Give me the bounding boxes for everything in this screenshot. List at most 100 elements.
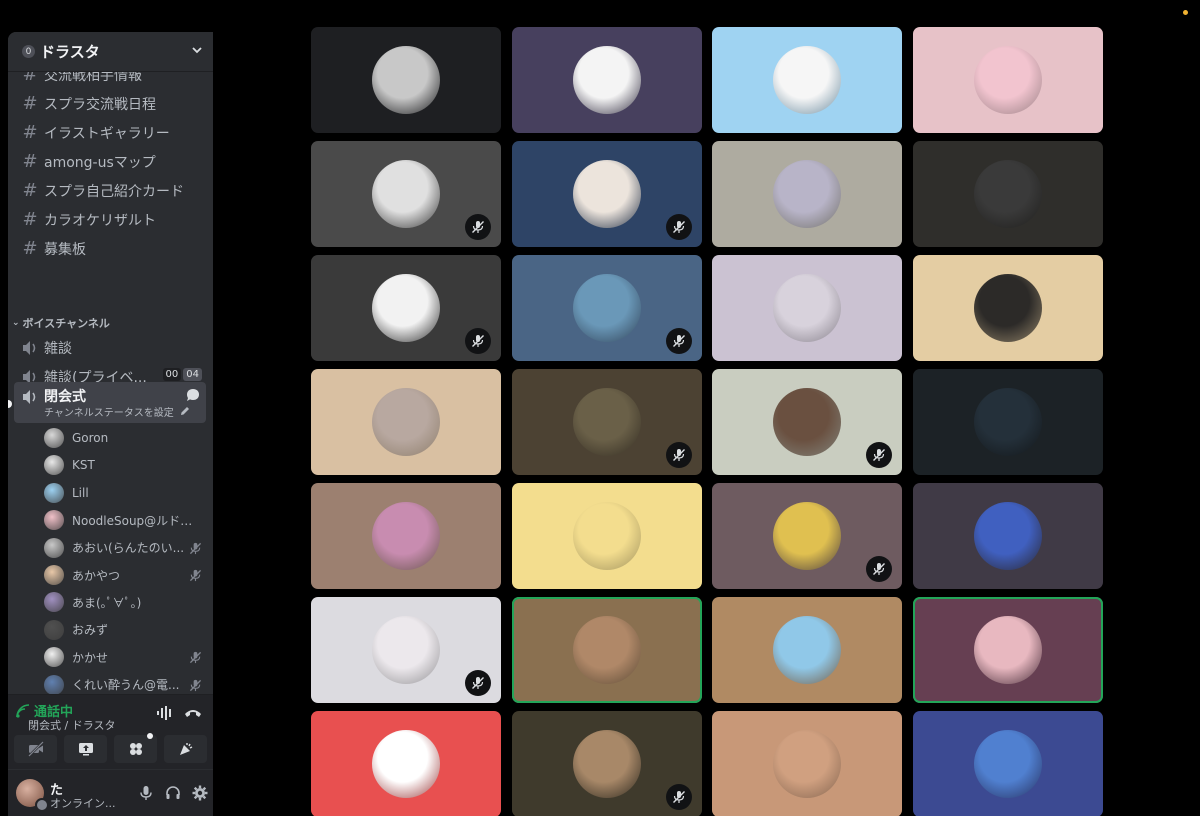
participant-tile[interactable] bbox=[712, 483, 902, 589]
video-grid bbox=[311, 27, 1103, 816]
disconnect-icon[interactable] bbox=[184, 707, 202, 719]
voice-user[interactable]: Goron bbox=[44, 426, 204, 450]
participant-tile[interactable] bbox=[511, 369, 702, 475]
participant-tile[interactable] bbox=[511, 711, 702, 816]
voice-user[interactable]: かかせ bbox=[44, 645, 204, 669]
muted-icon bbox=[665, 214, 692, 240]
text-channel[interactable]: # スプラ交流戦日程 bbox=[14, 90, 206, 117]
user-status-text: オンライン... bbox=[50, 797, 116, 810]
participant-avatar bbox=[372, 502, 440, 570]
microphone-icon[interactable] bbox=[138, 785, 154, 801]
voice-user[interactable]: KST bbox=[44, 453, 204, 477]
participant-avatar bbox=[973, 388, 1042, 456]
text-channel[interactable]: # カラオケリザルト bbox=[14, 206, 206, 233]
voice-channel-active[interactable]: 閉会式 チャンネルステータスを設定 bbox=[14, 382, 206, 423]
muted-icon bbox=[189, 651, 202, 664]
participant-avatar bbox=[973, 46, 1042, 114]
voice-connection-panel: 通話中 閉会式 / ドラスタ bbox=[8, 694, 213, 769]
participant-avatar bbox=[572, 730, 641, 798]
text-channel[interactable]: # 募集板 bbox=[14, 235, 206, 262]
voice-user[interactable]: おみず bbox=[44, 618, 204, 642]
participant-tile[interactable] bbox=[311, 369, 501, 475]
participant-tile[interactable] bbox=[712, 27, 902, 133]
participant-tile[interactable] bbox=[511, 483, 702, 589]
channel-sidebar: 0 ドラスタ # 交流戦相手情報 # スプラ交流戦日程 # イラストギャラリー # among… bbox=[8, 32, 213, 816]
participant-avatar bbox=[773, 388, 841, 456]
voice-user[interactable]: くれい酔うん@電... bbox=[44, 673, 204, 694]
participant-tile[interactable] bbox=[712, 597, 902, 703]
participant-tile[interactable] bbox=[311, 141, 501, 247]
user-avatar bbox=[44, 592, 64, 613]
participant-tile[interactable] bbox=[511, 597, 702, 703]
participant-tile[interactable] bbox=[311, 27, 501, 133]
participant-tile[interactable] bbox=[712, 711, 902, 816]
voice-user-name: あま(｡ﾟ∀ﾟ｡) bbox=[72, 595, 142, 610]
channel-status-prompt[interactable]: チャンネルステータスを設定 bbox=[44, 404, 174, 419]
voice-user[interactable]: あおい(らんたのい... bbox=[44, 536, 204, 560]
user-avatar bbox=[44, 537, 64, 558]
user-avatar bbox=[44, 674, 64, 694]
user-panel: た オンライン... bbox=[8, 770, 213, 816]
participant-tile[interactable] bbox=[712, 255, 902, 361]
text-channel[interactable]: # スプラ自己紹介カード bbox=[14, 177, 206, 204]
muted-icon bbox=[866, 556, 892, 582]
text-channel[interactable]: # イラストギャラリー bbox=[14, 119, 206, 146]
voice-user[interactable]: NoodleSoup@ルドー... bbox=[44, 508, 204, 532]
participant-tile[interactable] bbox=[912, 483, 1103, 589]
participant-avatar bbox=[372, 274, 440, 342]
participant-tile[interactable] bbox=[712, 369, 902, 475]
participant-tile[interactable] bbox=[311, 483, 501, 589]
server-header[interactable]: 0 ドラスタ bbox=[8, 32, 213, 72]
muted-icon bbox=[189, 569, 202, 582]
voice-channel[interactable]: 雑談 bbox=[14, 334, 206, 361]
speaker-icon bbox=[23, 390, 36, 404]
channel-name: 募集板 bbox=[44, 241, 86, 258]
participant-tile[interactable] bbox=[311, 597, 501, 703]
hash-icon: # bbox=[22, 180, 38, 201]
voice-category[interactable]: ⌄ ボイスチャンネル bbox=[12, 315, 110, 331]
participant-tile[interactable] bbox=[912, 369, 1103, 475]
participant-tile[interactable] bbox=[912, 597, 1103, 703]
participant-tile[interactable] bbox=[511, 255, 702, 361]
channel-name: イラストギャラリー bbox=[44, 125, 170, 142]
noise-suppression-icon[interactable] bbox=[156, 706, 174, 720]
channel-name: スプラ交流戦日程 bbox=[44, 96, 156, 113]
voice-user-name: おみず bbox=[72, 623, 109, 638]
participant-tile[interactable] bbox=[712, 141, 902, 247]
voice-user-name: かかせ bbox=[72, 650, 109, 665]
chat-bubble-icon[interactable] bbox=[186, 388, 200, 402]
voice-user-name: Lill bbox=[72, 485, 89, 500]
text-channel[interactable]: # 交流戦相手情報 bbox=[14, 72, 206, 88]
participant-tile[interactable] bbox=[912, 141, 1103, 247]
text-channel[interactable]: # among-usマップ bbox=[14, 148, 206, 175]
voice-user[interactable]: あかやつ bbox=[44, 563, 204, 587]
screen-share-button[interactable] bbox=[64, 735, 107, 763]
activities-button[interactable] bbox=[114, 733, 157, 763]
pencil-icon[interactable] bbox=[180, 406, 190, 416]
voice-user[interactable]: Lill bbox=[44, 481, 204, 505]
participant-tile[interactable] bbox=[912, 255, 1103, 361]
participant-tile[interactable] bbox=[311, 255, 501, 361]
muted-icon bbox=[189, 542, 202, 555]
participant-tile[interactable] bbox=[511, 141, 702, 247]
hash-icon: # bbox=[22, 122, 38, 143]
participant-avatar bbox=[973, 502, 1042, 570]
participant-tile[interactable] bbox=[511, 27, 702, 133]
gear-icon[interactable] bbox=[192, 785, 208, 801]
rocket-icon bbox=[129, 743, 142, 755]
user-count: 00 bbox=[162, 368, 182, 381]
voice-user-name: あかやつ bbox=[72, 568, 121, 583]
participant-tile[interactable] bbox=[311, 711, 501, 816]
participant-tile[interactable] bbox=[912, 27, 1103, 133]
camera-off-button[interactable] bbox=[14, 735, 57, 763]
participant-tile[interactable] bbox=[912, 711, 1103, 816]
voice-user[interactable]: あま(｡ﾟ∀ﾟ｡) bbox=[44, 590, 204, 614]
headphones-icon[interactable] bbox=[165, 785, 181, 801]
participant-avatar bbox=[572, 160, 641, 228]
connection-channel: 閉会式 / ドラスタ bbox=[28, 719, 116, 732]
muted-icon bbox=[665, 442, 692, 468]
participant-avatar bbox=[773, 730, 841, 798]
soundboard-button[interactable] bbox=[164, 735, 207, 763]
update-indicator[interactable] bbox=[1183, 10, 1188, 15]
chevron-down-icon: ⌄ bbox=[12, 318, 20, 328]
